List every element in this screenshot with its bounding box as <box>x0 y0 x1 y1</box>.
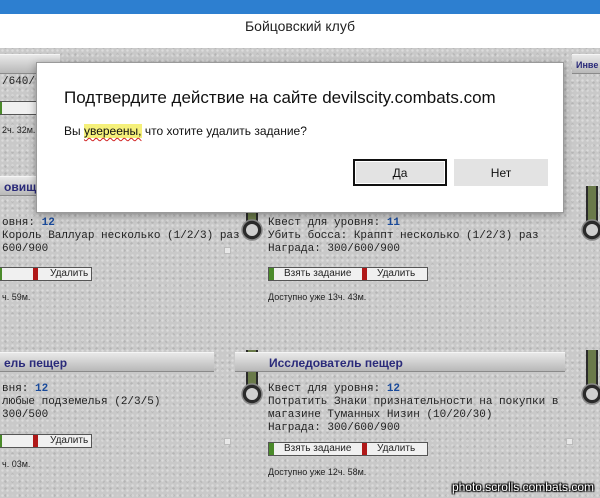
quest-level-value: 11 <box>386 217 401 229</box>
dialog-title: Подтвердите действие на сайте devilscity… <box>64 88 496 107</box>
window-titlebar: Бойцовский клуб <box>0 0 600 48</box>
quest-available-text: 2ч. 32м. <box>2 125 36 135</box>
card-corner-square <box>566 438 573 445</box>
quest-available-text: Доступно уже 12ч. 58м. <box>268 467 367 477</box>
quest-level-value: 12 <box>35 383 49 395</box>
quest-task-text: магазине Туманных Низин (10/20/30) <box>268 409 493 421</box>
take-quest-button[interactable]: Взять задание <box>269 443 362 455</box>
quest-buttons: Взять задание Удалить <box>268 442 428 456</box>
quest-level-value: 12 <box>386 383 401 395</box>
quest-available-text: ч. 03м. <box>2 459 31 469</box>
misspelled-word: увереены, <box>83 124 142 138</box>
delete-quest-button[interactable]: Удалить <box>33 268 91 280</box>
quest-available-text: ч. 59м. <box>2 292 31 302</box>
quest-level-value: 12 <box>41 217 55 229</box>
quest-buttons: Удалить <box>0 267 92 281</box>
delete-quest-button[interactable]: Удалить <box>362 268 427 280</box>
quest-task-text: любые подземелья (2/3/5) <box>2 396 161 408</box>
window-title: Бойцовский клуб <box>244 18 355 34</box>
delete-quest-button[interactable]: Удалить <box>362 443 427 455</box>
quest-reward-text: Награда: 300/600/900 <box>268 422 401 434</box>
yes-button[interactable]: Да <box>353 159 447 186</box>
quest-card-header: Исследователь пещер <box>235 352 565 372</box>
medal-icon <box>581 350 600 405</box>
quest-reward-text: 300/500 <box>2 409 49 421</box>
quest-task-text: Убить босса: Краппт несколько (1/2/3) ра… <box>268 230 539 242</box>
delete-quest-button[interactable]: Удалить <box>33 435 91 447</box>
dialog-message: Вы увереены, что хотите удалить задание? <box>64 124 307 138</box>
quest-level-text: Квест для уровня: 12 <box>268 383 401 395</box>
quest-buttons: Взять задание Удалить <box>268 267 428 281</box>
card-corner-square <box>224 247 231 254</box>
quest-task-text: Король Валлуар несколько (1/2/3) раз <box>2 230 240 242</box>
card-corner-square <box>224 438 231 445</box>
quest-level-text: вня: 12 <box>2 383 49 395</box>
quest-card-header: ель пещер <box>0 352 214 372</box>
quest-reward-text: Награда: 300/600/900 <box>268 243 401 255</box>
quest-reward-text: 600/900 <box>2 243 49 255</box>
quest-task-text: Потратить Знаки признательности на покуп… <box>268 396 559 408</box>
confirm-dialog: Подтвердите действие на сайте devilscity… <box>36 62 564 213</box>
quest-buttons: Удалить <box>0 434 92 448</box>
quest-level-text: овня: 12 <box>2 217 55 229</box>
watermark: photo.scrolls.combats.com <box>451 480 594 494</box>
medal-icon <box>581 186 600 241</box>
quest-available-text: Доступно уже 13ч. 43м. <box>268 292 367 302</box>
take-quest-button[interactable] <box>0 268 33 280</box>
take-quest-button[interactable] <box>0 102 37 114</box>
quest-card-header: Инве <box>572 54 600 74</box>
take-quest-button[interactable]: Взять задание <box>269 268 362 280</box>
quest-level-text: Квест для уровня: 11 <box>268 217 401 229</box>
no-button[interactable]: Нет <box>454 159 548 186</box>
take-quest-button[interactable] <box>0 435 33 447</box>
